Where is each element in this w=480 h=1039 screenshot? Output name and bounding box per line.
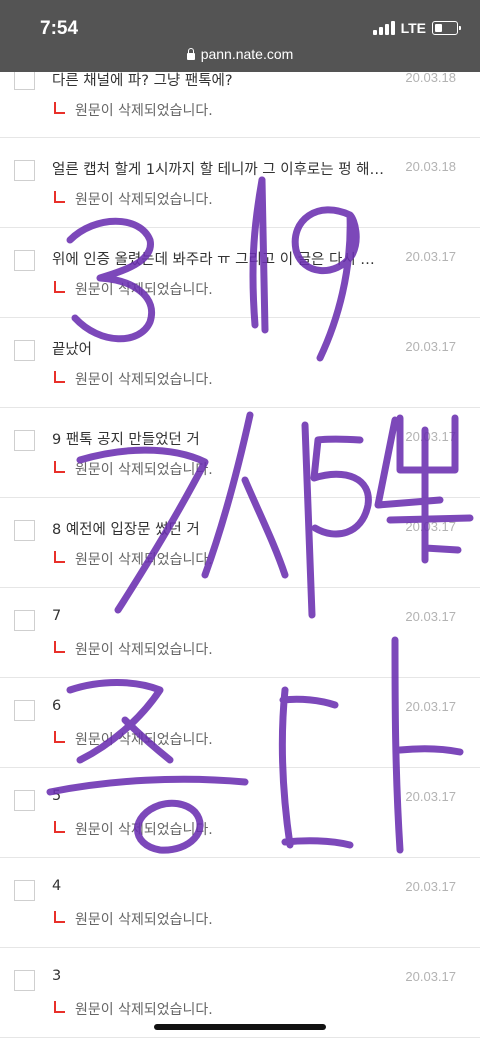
- select-checkbox[interactable]: [14, 340, 35, 361]
- post-date: 20.03.18: [405, 159, 456, 174]
- system-indicators: LTE: [372, 20, 461, 36]
- address-bar[interactable]: pann.nate.com: [0, 46, 480, 62]
- post-title[interactable]: 9 팬톡 공지 만들었던 거: [52, 428, 390, 449]
- post-date: 20.03.17: [405, 699, 456, 714]
- post-list: 다른 채널에 파? 그냥 팬톡에? 20.03.18 원문이 삭제되었습니다. 얼른 …: [0, 49, 480, 1038]
- select-checkbox[interactable]: [14, 700, 35, 721]
- post-title[interactable]: 다른 채널에 파? 그냥 팬톡에?: [52, 69, 390, 90]
- deleted-notice: 원문이 삭제되었습니다.: [54, 189, 213, 209]
- select-checkbox[interactable]: [14, 250, 35, 271]
- network-type: LTE: [400, 20, 426, 36]
- deleted-notice: 원문이 삭제되었습니다.: [54, 100, 213, 120]
- select-checkbox[interactable]: [14, 520, 35, 541]
- deleted-notice-text: 원문이 삭제되었습니다.: [75, 642, 213, 658]
- post-title[interactable]: 6: [52, 698, 390, 714]
- post-date: 20.03.17: [405, 519, 456, 534]
- post-title[interactable]: 4: [52, 878, 390, 894]
- post-date: 20.03.17: [405, 339, 456, 354]
- post-date: 20.03.17: [405, 969, 456, 984]
- post-title[interactable]: 5: [52, 788, 390, 804]
- post-date: 20.03.17: [405, 879, 456, 894]
- deleted-notice: 원문이 삭제되었습니다.: [54, 999, 213, 1019]
- select-checkbox[interactable]: [14, 790, 35, 811]
- post-row[interactable]: 위에 인증 올렸는데 봐주라 ㅠ 그리고 이 글은 다시 … 20.03.17 원문…: [0, 228, 480, 318]
- select-checkbox[interactable]: [14, 970, 35, 991]
- deleted-notice: 원문이 삭제되었습니다.: [54, 549, 213, 569]
- home-indicator[interactable]: [154, 1024, 326, 1030]
- deleted-notice: 원문이 삭제되었습니다.: [54, 819, 213, 839]
- deleted-notice-text: 원문이 삭제되었습니다.: [75, 822, 213, 838]
- post-row[interactable]: 8 예전에 입장문 썼던 거 20.03.17 원문이 삭제되었습니다.: [0, 498, 480, 588]
- deleted-notice-text: 원문이 삭제되었습니다.: [75, 103, 213, 119]
- select-checkbox[interactable]: [14, 160, 35, 181]
- deleted-notice-text: 원문이 삭제되었습니다.: [75, 192, 213, 208]
- post-row[interactable]: 9 팬톡 공지 만들었던 거 20.03.17 원문이 삭제되었습니다.: [0, 408, 480, 498]
- reply-arrow-icon: [54, 461, 65, 473]
- post-date: 20.03.17: [405, 249, 456, 264]
- reply-arrow-icon: [54, 371, 65, 383]
- post-row[interactable]: 끝났어 20.03.17 원문이 삭제되었습니다.: [0, 318, 480, 408]
- select-checkbox[interactable]: [14, 430, 35, 451]
- reply-arrow-icon: [54, 821, 65, 833]
- deleted-notice-text: 원문이 삭제되었습니다.: [75, 1002, 213, 1018]
- deleted-notice: 원문이 삭제되었습니다.: [54, 279, 213, 299]
- reply-arrow-icon: [54, 911, 65, 923]
- reply-arrow-icon: [54, 731, 65, 743]
- deleted-notice-text: 원문이 삭제되었습니다.: [75, 552, 213, 568]
- select-checkbox[interactable]: [14, 610, 35, 631]
- post-title[interactable]: 3: [52, 968, 390, 984]
- post-row[interactable]: 5 20.03.17 원문이 삭제되었습니다.: [0, 768, 480, 858]
- signal-icon: [372, 21, 395, 35]
- deleted-notice-text: 원문이 삭제되었습니다.: [75, 282, 213, 298]
- post-row[interactable]: 얼른 캡처 할게 1시까지 할 테니까 그 이후로는 펑 해… 20.03.18 원…: [0, 138, 480, 228]
- post-row[interactable]: 4 20.03.17 원문이 삭제되었습니다.: [0, 858, 480, 948]
- reply-arrow-icon: [54, 102, 65, 114]
- deleted-notice-text: 원문이 삭제되었습니다.: [75, 462, 213, 478]
- post-title[interactable]: 7: [52, 608, 390, 624]
- reply-arrow-icon: [54, 191, 65, 203]
- post-date: 20.03.17: [405, 609, 456, 624]
- reply-arrow-icon: [54, 641, 65, 653]
- lock-icon: [186, 48, 195, 60]
- battery-icon: [432, 21, 461, 35]
- deleted-notice: 원문이 삭제되었습니다.: [54, 369, 213, 389]
- post-row[interactable]: 6 20.03.17 원문이 삭제되었습니다.: [0, 678, 480, 768]
- deleted-notice: 원문이 삭제되었습니다.: [54, 639, 213, 659]
- deleted-notice-text: 원문이 삭제되었습니다.: [75, 372, 213, 388]
- reply-arrow-icon: [54, 1001, 65, 1013]
- select-checkbox[interactable]: [14, 69, 35, 90]
- post-title[interactable]: 8 예전에 입장문 썼던 거: [52, 518, 390, 539]
- post-date: 20.03.17: [405, 789, 456, 804]
- post-date: 20.03.18: [405, 70, 456, 85]
- post-date: 20.03.17: [405, 429, 456, 444]
- reply-arrow-icon: [54, 551, 65, 563]
- clock: 7:54: [40, 18, 79, 39]
- post-title[interactable]: 끝났어: [52, 338, 390, 359]
- url-text: pann.nate.com: [200, 46, 294, 62]
- deleted-notice: 원문이 삭제되었습니다.: [54, 459, 213, 479]
- deleted-notice: 원문이 삭제되었습니다.: [54, 729, 213, 749]
- post-title[interactable]: 얼른 캡처 할게 1시까지 할 테니까 그 이후로는 펑 해…: [52, 158, 390, 179]
- browser-header: 7:54 LTE pann.nate.com: [0, 0, 480, 72]
- deleted-notice: 원문이 삭제되었습니다.: [54, 909, 213, 929]
- deleted-notice-text: 원문이 삭제되었습니다.: [75, 732, 213, 748]
- post-title[interactable]: 위에 인증 올렸는데 봐주라 ㅠ 그리고 이 글은 다시 …: [52, 248, 390, 269]
- reply-arrow-icon: [54, 281, 65, 293]
- post-row[interactable]: 7 20.03.17 원문이 삭제되었습니다.: [0, 588, 480, 678]
- select-checkbox[interactable]: [14, 880, 35, 901]
- deleted-notice-text: 원문이 삭제되었습니다.: [75, 912, 213, 928]
